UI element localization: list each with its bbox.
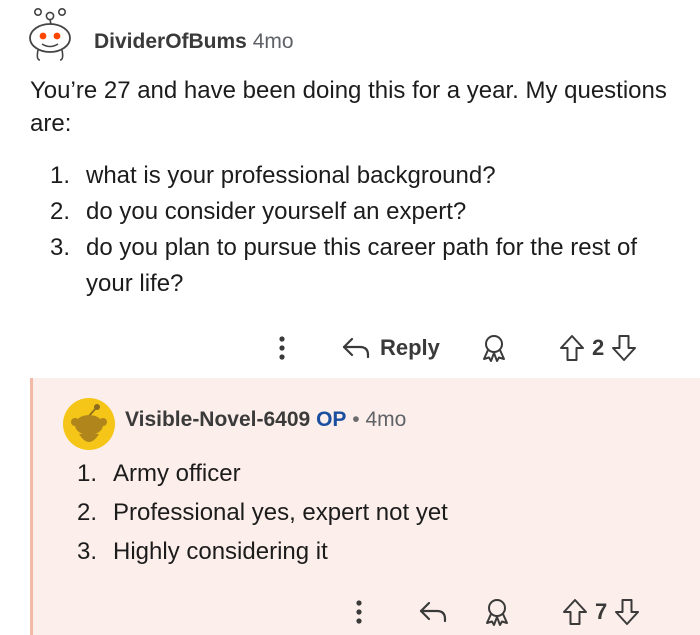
list-item: 1. Army officer xyxy=(77,454,677,493)
upvote-button[interactable] xyxy=(558,333,586,363)
reply-action-bar: 7 xyxy=(3,588,700,635)
reply-age: 4mo xyxy=(365,408,407,431)
snoo-avatar-icon xyxy=(29,7,71,61)
downvote-button[interactable] xyxy=(613,597,641,627)
comment-author[interactable]: DividerOfBums xyxy=(94,30,247,53)
list-item-text: what is your professional background? xyxy=(86,162,496,189)
reply-author[interactable]: Visible-Novel-6409 xyxy=(125,408,310,431)
user-avatar[interactable] xyxy=(63,398,115,450)
list-item: 2. Professional yes, expert not yet xyxy=(77,493,677,532)
comment-age: 4mo xyxy=(252,30,294,53)
vote-score: 7 xyxy=(595,599,608,624)
award-button[interactable] xyxy=(481,588,513,635)
reply-label: Reply xyxy=(380,335,440,360)
list-item-text: do you consider yourself an expert? xyxy=(86,198,467,225)
comment-question-list: 1. what is your professional background?… xyxy=(50,158,660,302)
vote-score: 2 xyxy=(592,335,605,360)
list-item-number: 1. xyxy=(50,162,71,189)
vote-control: 2 xyxy=(558,324,638,372)
reply-comment: Visible-Novel-6409 OP • 4mo 1. Army offi… xyxy=(30,378,700,635)
upvote-arrow-icon xyxy=(563,599,587,625)
list-item: 3. Highly considering it xyxy=(77,532,677,571)
user-avatar-icon xyxy=(63,398,115,450)
parent-comment: DividerOfBums 4mo You’re 27 and have bee… xyxy=(0,0,700,378)
comment-body: You’re 27 and have been doing this for a… xyxy=(30,77,667,137)
list-item-number: 3. xyxy=(50,234,71,261)
downvote-button[interactable] xyxy=(610,333,638,363)
vote-control: 7 xyxy=(561,588,641,635)
comment-meta: DividerOfBums 4mo xyxy=(94,30,294,54)
snoo-avatar[interactable] xyxy=(20,6,80,62)
reply-arrow-icon xyxy=(342,337,370,359)
op-badge: OP xyxy=(316,408,347,431)
more-vertical-icon xyxy=(356,600,362,624)
list-item-text: Highly considering it xyxy=(113,538,328,565)
more-vertical-icon xyxy=(279,336,285,360)
reply-answer-list: 1. Army officer 2. Professional yes, exp… xyxy=(77,454,677,571)
more-options-button[interactable] xyxy=(272,324,292,372)
list-item-text: Army officer xyxy=(113,460,241,487)
reply-button[interactable]: Reply xyxy=(340,324,440,372)
list-item-number: 3. xyxy=(77,538,98,565)
list-item-text: do you plan to pursue this career path f… xyxy=(86,234,637,297)
reply-arrow-icon xyxy=(419,601,447,623)
list-item-number: 2. xyxy=(77,499,98,526)
list-item-number: 2. xyxy=(50,198,71,225)
award-button[interactable] xyxy=(478,324,510,372)
list-item: 3. do you plan to pursue this career pat… xyxy=(50,230,660,302)
award-icon xyxy=(486,599,508,626)
meta-separator: • xyxy=(352,408,360,431)
list-item: 2. do you consider yourself an expert? xyxy=(50,194,660,230)
comment-action-bar: Reply 2 xyxy=(0,324,700,372)
downvote-arrow-icon xyxy=(615,599,640,625)
downvote-arrow-icon xyxy=(612,335,637,361)
list-item: 1. what is your professional background? xyxy=(50,158,660,194)
list-item-text: Professional yes, expert not yet xyxy=(113,499,448,526)
upvote-arrow-icon xyxy=(560,335,584,361)
more-options-button[interactable] xyxy=(349,588,369,635)
upvote-button[interactable] xyxy=(561,597,589,627)
list-item-number: 1. xyxy=(77,460,98,487)
reply-meta: Visible-Novel-6409 OP • 4mo xyxy=(125,408,406,432)
reply-button[interactable] xyxy=(417,588,449,635)
award-icon xyxy=(483,335,505,362)
